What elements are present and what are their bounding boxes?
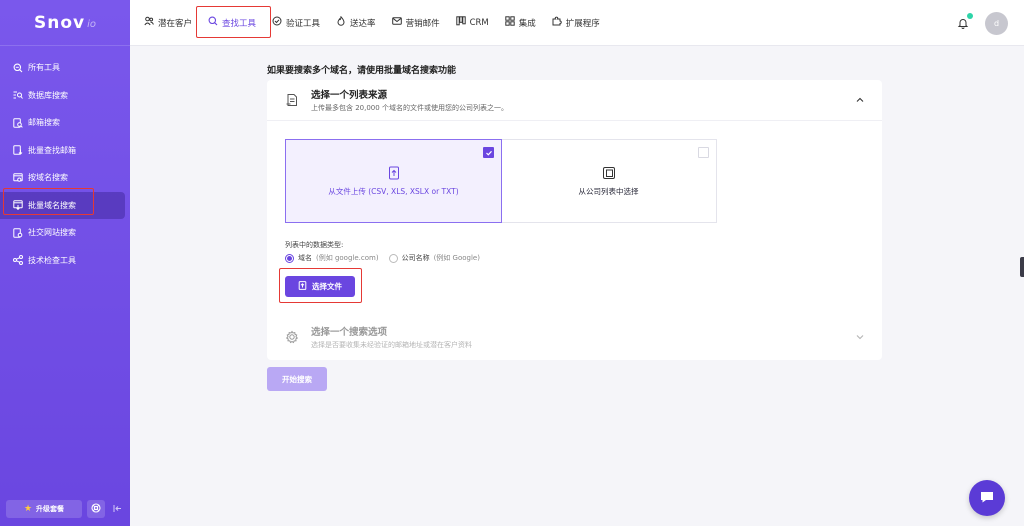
notification-dot [967, 13, 973, 19]
tab-label: 集成 [518, 18, 536, 29]
data-type-label: 列表中的数据类型: [285, 241, 344, 249]
radio-domain-label: 域名 [298, 254, 312, 262]
chevron-down-icon[interactable] [856, 333, 864, 341]
brand-suffix: io [87, 19, 96, 30]
tab-label: CRM [469, 17, 489, 28]
search-option-subtitle: 选择是否要收集未经验证的邮箱地址或潜在客户资料 [311, 340, 472, 349]
sidebar-item-label: 社交网站搜索 [28, 228, 76, 238]
highlight-bulk-domain-search [3, 188, 94, 215]
company-list-option[interactable]: 从公司列表中选择 [501, 140, 716, 222]
window-search-icon [12, 172, 23, 183]
check-circle-icon [272, 16, 282, 29]
highlight-find-tools-tab [196, 6, 271, 38]
sidebar-item-label: 批量查找邮箱 [28, 145, 76, 155]
sidebar-item-database-search[interactable]: 数据库搜索 [0, 82, 125, 110]
chevron-up-icon[interactable] [856, 96, 864, 104]
tab-email-campaigns[interactable]: 营销邮件 [391, 0, 440, 46]
radio-selected[interactable] [285, 253, 294, 263]
chat-button[interactable] [969, 480, 1005, 516]
edge-tab[interactable] [1020, 257, 1024, 277]
tab-extensions[interactable]: 扩展程序 [552, 0, 600, 46]
tab-verify-tools[interactable]: 验证工具 [272, 0, 320, 46]
lifebuoy-icon [91, 503, 101, 515]
tab-prospects[interactable]: 潜在客户 [144, 0, 192, 46]
sidebar-item-label: 邮箱搜索 [28, 118, 60, 128]
upload-file-label: 从文件上传 (CSV, XLS, XSLX or TXT) [328, 186, 459, 196]
tab-integrations[interactable]: 集成 [505, 0, 536, 46]
avatar[interactable]: d [985, 11, 1008, 35]
sidebar-item-tech-checker[interactable]: 技术检查工具 [0, 247, 125, 275]
list-source-title: 选择一个列表来源 [311, 90, 388, 101]
bell-icon [957, 19, 969, 31]
share-nodes-icon [12, 255, 23, 266]
data-type-radios: 域名 (例如 google.com) 公司名称 (例如 Google) [285, 253, 480, 263]
tab-deliverability[interactable]: 送达率 [336, 0, 376, 46]
collapse-sidebar-button[interactable] [110, 500, 124, 518]
gear-icon [285, 330, 299, 344]
search-option-title: 选择一个搜索选项 [311, 326, 388, 338]
tab-label: 送达率 [350, 18, 376, 29]
sidebar-item-label: 数据库搜索 [28, 90, 68, 100]
sidebar-item-label: 所有工具 [28, 63, 60, 73]
sidebar-item-social-search[interactable]: 社交网站搜索 [0, 219, 125, 247]
kanban-icon [455, 16, 466, 29]
notifications-button[interactable] [957, 13, 973, 31]
logo[interactable]: Snov io [0, 0, 130, 46]
tab-label: 潜在客户 [158, 18, 193, 29]
document-icon [285, 93, 299, 107]
checkbox-checked[interactable] [483, 147, 494, 158]
highlight-choose-file-button [279, 268, 362, 303]
mail-icon [391, 16, 402, 29]
flame-icon [336, 15, 346, 29]
collapse-left-icon [113, 504, 122, 515]
list-source-subtitle: 上传最多包含 20,000 个域名的文件或使用您的公司列表之一。 [311, 104, 508, 112]
radio-domain-hint: (例如 google.com) [316, 254, 379, 262]
doc-link-icon [12, 227, 23, 238]
doc-search-icon [12, 117, 23, 128]
grid-icon [505, 16, 515, 29]
star-icon: ★ [23, 504, 33, 514]
sidebar-item-label: 技术检查工具 [28, 255, 76, 265]
checkbox-unchecked[interactable] [698, 147, 709, 158]
upgrade-label: 升级套餐 [36, 505, 65, 513]
zoom-icon [12, 62, 23, 73]
file-upload-icon [387, 166, 401, 180]
tab-label: 扩展程序 [565, 18, 600, 29]
tab-label: 验证工具 [286, 18, 321, 29]
radio-company-label: 公司名称 [401, 254, 430, 262]
upload-file-option[interactable]: 从文件上传 (CSV, XLS, XSLX or TXT) [285, 139, 502, 223]
sidebar-item-all-tools[interactable]: 所有工具 [0, 54, 125, 82]
company-list-icon [602, 166, 616, 180]
users-icon [144, 16, 154, 29]
sidebar: Snov io 所有工具 数据库搜索 邮箱搜索 批量查找邮箱 按域名搜索 批量域… [0, 0, 130, 526]
topbar-actions: d [957, 0, 1008, 46]
page-heading: 如果要搜索多个域名，请使用批量域名搜索功能 [267, 66, 457, 76]
sidebar-nav: 所有工具 数据库搜索 邮箱搜索 批量查找邮箱 按域名搜索 批量域名搜索 社交网站… [0, 46, 130, 274]
sidebar-footer: ★ 升级套餐 [6, 500, 124, 518]
sidebar-item-email-search[interactable]: 邮箱搜索 [0, 109, 125, 137]
upgrade-button[interactable]: ★ 升级套餐 [6, 500, 82, 518]
list-source-header[interactable]: 选择一个列表来源 上传最多包含 20,000 个域名的文件或使用您的公司列表之一… [267, 80, 882, 121]
radio-company[interactable]: 公司名称 (例如 Google) [388, 253, 480, 263]
start-search-button[interactable]: 开始搜索 [267, 367, 327, 391]
sidebar-item-bulk-email-finder[interactable]: 批量查找邮箱 [0, 137, 125, 165]
puzzle-icon [552, 16, 562, 29]
sidebar-item-label: 按域名搜索 [28, 173, 68, 183]
tab-crm[interactable]: CRM [455, 0, 489, 46]
source-options: 从文件上传 (CSV, XLS, XSLX or TXT) 从公司列表中选择 [285, 139, 717, 223]
search-option-card[interactable]: 选择一个搜索选项 选择是否要收集未经验证的邮箱地址或潜在客户资料 [267, 314, 882, 359]
company-list-label: 从公司列表中选择 [578, 186, 639, 196]
radio-unselected[interactable] [388, 253, 398, 263]
tab-label: 营销邮件 [405, 18, 440, 29]
support-button[interactable] [87, 500, 105, 518]
list-search-icon [12, 90, 23, 101]
chat-icon [979, 489, 995, 507]
doc-download-icon [12, 145, 23, 156]
brand-name: Snov [33, 12, 86, 33]
radio-company-hint: (例如 Google) [433, 254, 480, 262]
radio-domain[interactable]: 域名 (例如 google.com) [285, 253, 379, 263]
